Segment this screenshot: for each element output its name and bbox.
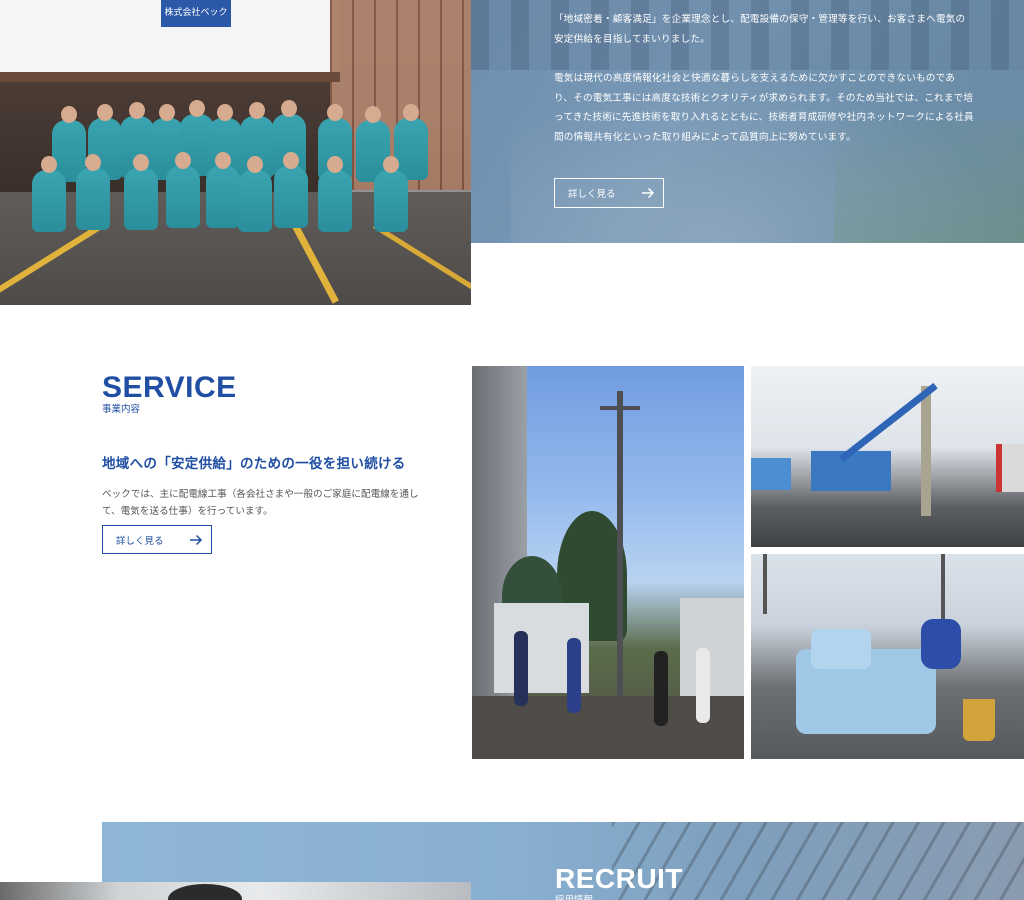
bucket xyxy=(963,699,995,741)
staff-member xyxy=(318,156,352,232)
staff-member xyxy=(124,154,158,230)
company-sign: 株式会社ベック xyxy=(161,0,231,27)
staff-member xyxy=(238,156,272,232)
tanker-truck xyxy=(996,444,1024,492)
pole-crossarm xyxy=(600,406,640,410)
equipment-cabinet xyxy=(680,598,744,708)
building-eave xyxy=(0,72,340,82)
service-title: SERVICE xyxy=(102,371,237,404)
staff-member xyxy=(32,156,66,232)
company-group-photo: 株式会社ベック xyxy=(0,0,471,305)
service-section: SERVICE 事業内容 地域への「安定供給」のための一役を担い続ける ベックで… xyxy=(102,372,442,520)
worker xyxy=(654,651,668,726)
bucket-truck xyxy=(811,451,891,491)
arrow-right-icon xyxy=(642,187,655,199)
recruit-title: RECRUIT xyxy=(555,863,683,894)
staff-member xyxy=(374,156,408,232)
service-more-label: 詳しく見る xyxy=(116,535,164,547)
worker xyxy=(921,619,961,669)
worker xyxy=(514,631,528,706)
arrow-right-icon xyxy=(190,534,203,546)
staff-member xyxy=(76,154,110,230)
utility-pole xyxy=(763,554,767,614)
utility-pole xyxy=(617,391,623,701)
service-photo-utility-pole xyxy=(472,366,744,759)
service-more-button[interactable]: 詳しく見る xyxy=(102,525,212,554)
staff-member xyxy=(206,152,240,228)
recruit-photo xyxy=(0,882,471,900)
service-description: ベックでは、主に配電線工事（各会社さまや一般のご家庭に配電線を通して、電気を送る… xyxy=(102,489,419,517)
service-heading: 地域への「安定供給」のための一役を担い続ける xyxy=(102,456,406,472)
staff-member xyxy=(274,152,308,228)
person-head xyxy=(168,884,242,900)
utility-pole xyxy=(921,386,931,516)
about-paragraph-1: 「地域密着・顧客満足」を企業理念とし、配電設備の保守・管理等を行い、お客さまへ電… xyxy=(554,14,966,45)
about-paragraph-2: 電気は現代の高度情報化社会と快適な暮らしを支えるために欠かすことのできないもので… xyxy=(554,73,974,143)
service-photo-equipment xyxy=(751,554,1024,759)
about-more-label: 詳しく見る xyxy=(568,189,616,200)
truck xyxy=(751,458,791,490)
about-text: 「地域密着・顧客満足」を企業理念とし、配電設備の保守・管理等を行い、お客さまへ電… xyxy=(554,10,974,167)
service-subtitle: 事業内容 xyxy=(102,404,141,415)
recruit-subtitle: 採用情報 xyxy=(555,892,593,900)
about-more-button[interactable]: 詳しく見る xyxy=(554,178,664,208)
staff-group xyxy=(28,100,433,234)
worker xyxy=(567,638,581,713)
about-panel: 「地域密着・顧客満足」を企業理念とし、配電設備の保守・管理等を行い、お客さまへ電… xyxy=(471,0,1024,243)
worker xyxy=(696,648,710,723)
aerial-lift-equipment xyxy=(811,629,871,669)
service-photo-bucket-truck xyxy=(751,366,1024,547)
staff-member xyxy=(166,152,200,228)
